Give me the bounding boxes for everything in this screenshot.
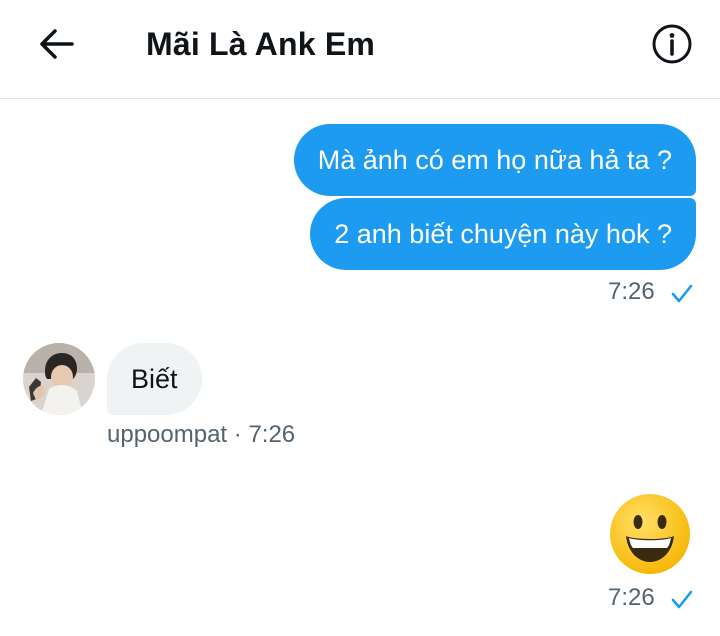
user-photo-icon (23, 343, 95, 415)
sent-check-icon (671, 284, 693, 303)
info-circle-icon (652, 24, 692, 64)
meta-separator: · (233, 421, 242, 448)
sender-name[interactable]: uppoompat (107, 421, 227, 448)
info-button[interactable] (648, 22, 696, 66)
sent-check-icon (671, 590, 693, 609)
incoming-message-bubble[interactable]: Biết (107, 343, 202, 415)
message-timestamp: 7:26 (608, 584, 655, 611)
grinning-face-emoji-icon (610, 494, 690, 574)
outgoing-message-bubble[interactable]: Mà ảnh có em họ nữa hả ta ? (293, 124, 696, 196)
message-timestamp: 7:26 (248, 421, 296, 448)
avatar[interactable] (23, 343, 95, 415)
arrow-left-icon (40, 29, 74, 59)
emoji-message[interactable] (608, 492, 692, 576)
back-button[interactable] (30, 22, 82, 66)
incoming-message-meta: uppoompat · 7:26 (107, 421, 295, 449)
outgoing-message-bubble[interactable]: 2 anh biết chuyện này hok ? (310, 198, 696, 270)
message-timestamp: 7:26 (608, 278, 655, 305)
conversation-header: Mãi Là Ank Em (0, 0, 720, 99)
conversation-title: Mãi Là Ank Em (146, 26, 376, 62)
